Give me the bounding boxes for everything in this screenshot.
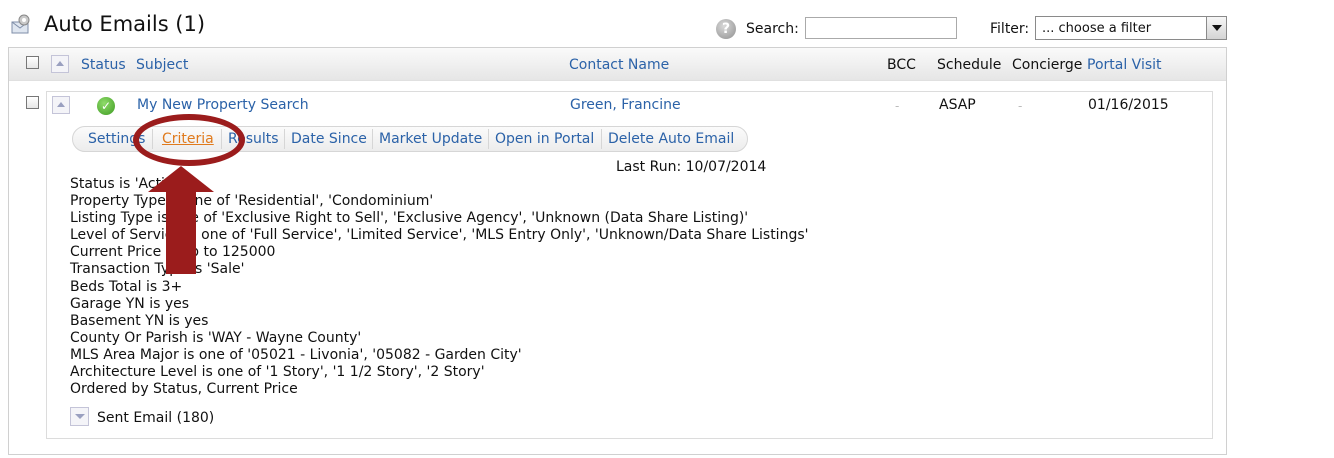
- column-schedule: Schedule: [937, 57, 1002, 73]
- column-subject[interactable]: Subject: [136, 57, 188, 73]
- row-concierge: -: [1018, 99, 1023, 113]
- tab-divider: [601, 129, 602, 149]
- criteria-line: Garage YN is yes: [70, 295, 190, 312]
- collapse-all-button[interactable]: [51, 55, 69, 73]
- column-portal-visit[interactable]: Portal Visit: [1087, 57, 1162, 73]
- select-all-checkbox[interactable]: [26, 56, 39, 69]
- filter-select[interactable]: ... choose a filter: [1035, 16, 1227, 40]
- page-title: Auto Emails (1): [44, 12, 206, 36]
- annotation-arrow-shaft: [166, 190, 196, 274]
- criteria-line: Beds Total is 3+: [70, 278, 183, 295]
- row-schedule: ASAP: [939, 97, 976, 113]
- help-icon[interactable]: ?: [716, 19, 736, 39]
- column-bcc: BCC: [887, 57, 916, 73]
- auto-email-gear-icon: [10, 14, 32, 36]
- tab-market-update[interactable]: Market Update: [379, 131, 482, 147]
- tab-divider: [488, 129, 489, 149]
- criteria-line: Architecture Level is one of '1 Story', …: [70, 364, 485, 381]
- row-portal-visit: 01/16/2015: [1088, 97, 1169, 113]
- row-contact-link[interactable]: Green, Francine: [570, 97, 681, 113]
- criteria-line: Basement YN is yes: [70, 312, 209, 329]
- row-bcc: -: [895, 99, 900, 113]
- criteria-line: Ordered by Status, Current Price: [70, 381, 298, 398]
- tab-divider: [372, 129, 373, 149]
- search-label: Search:: [746, 21, 799, 37]
- criteria-line: County Or Parish is 'WAY - Wayne County': [70, 329, 362, 346]
- row-subject-link[interactable]: My New Property Search: [137, 97, 309, 113]
- search-input[interactable]: [805, 17, 957, 39]
- tab-open-in-portal[interactable]: Open in Portal: [495, 131, 594, 147]
- filter-label: Filter:: [990, 21, 1030, 37]
- column-contact-name[interactable]: Contact Name: [569, 57, 669, 73]
- column-concierge: Concierge: [1012, 57, 1083, 73]
- status-ok-icon: ✓: [97, 97, 115, 115]
- chevron-down-icon[interactable]: [1206, 17, 1226, 39]
- annotation-arrow-head: [148, 166, 214, 192]
- row-collapse-button[interactable]: [52, 96, 70, 114]
- sent-email-expand-button[interactable]: [70, 407, 89, 426]
- annotation-circle: [133, 114, 245, 166]
- tab-delete-auto-email[interactable]: Delete Auto Email: [608, 131, 734, 147]
- filter-selected-value: ... choose a filter: [1042, 21, 1152, 36]
- column-status[interactable]: Status: [81, 57, 126, 73]
- tab-date-since[interactable]: Date Since: [291, 131, 367, 147]
- tab-divider: [284, 129, 285, 149]
- sent-email-label: Sent Email (180): [97, 410, 215, 426]
- criteria-line: MLS Area Major is one of '05021 - Livoni…: [70, 346, 522, 363]
- last-run-text: Last Run: 10/07/2014: [616, 159, 767, 175]
- row-checkbox[interactable]: [26, 96, 39, 109]
